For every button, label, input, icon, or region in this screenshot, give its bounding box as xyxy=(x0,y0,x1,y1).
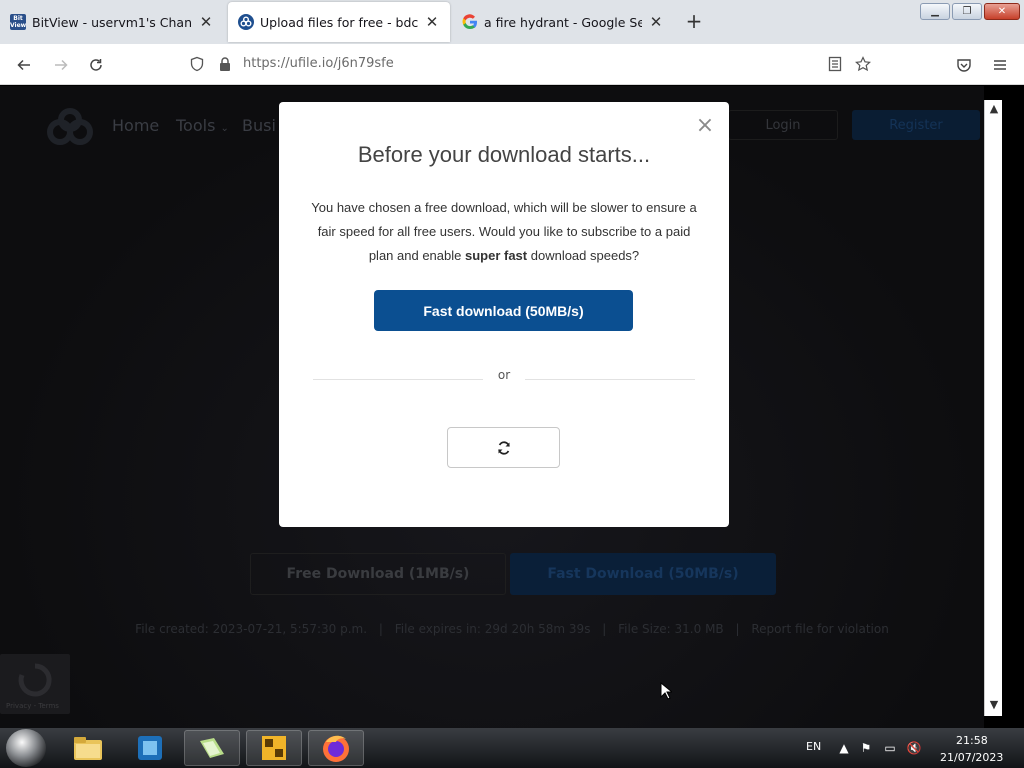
fast-download-button[interactable]: Fast Download (50MB/s) xyxy=(510,553,776,595)
file-info: File created: 2023-07-21, 5:57:30 p.m. |… xyxy=(0,622,984,636)
tray-expand-icon[interactable]: ▲ xyxy=(836,741,852,757)
taskbar-app-grid[interactable] xyxy=(246,730,302,766)
fast-download-modal-button[interactable]: Fast download (50MB/s) xyxy=(374,290,633,331)
register-button[interactable]: Register xyxy=(852,110,980,140)
volume-muted-icon[interactable]: 🔇 xyxy=(906,741,922,757)
scroll-up-icon[interactable]: ▲ xyxy=(987,102,1001,116)
close-window-icon[interactable]: ✕ xyxy=(984,3,1020,20)
restore-icon[interactable]: ❐ xyxy=(952,3,982,20)
shield-icon[interactable] xyxy=(186,53,208,75)
lock-icon[interactable] xyxy=(214,53,236,75)
start-button[interactable] xyxy=(6,729,46,767)
recaptcha-icon xyxy=(18,663,52,697)
nav-home-link[interactable]: Home xyxy=(112,116,159,135)
taskbar-firefox[interactable] xyxy=(308,730,364,766)
pocket-icon[interactable] xyxy=(953,54,975,76)
divider-or: or xyxy=(497,368,511,382)
tab-title: Upload files for free - bdcamsetu xyxy=(260,14,418,30)
address-bar[interactable]: https://ufile.io/j6n79sfe xyxy=(180,49,880,80)
taskbar-explorer[interactable] xyxy=(60,730,116,766)
download-modal: × Before your download starts... You hav… xyxy=(279,102,729,527)
forward-icon[interactable] xyxy=(50,54,72,76)
menu-icon[interactable] xyxy=(989,54,1011,76)
url-text: https://ufile.io/j6n79sfe xyxy=(243,56,394,71)
modal-body-emphasis: super fast xyxy=(464,248,528,263)
window-controls: ▁ ❐ ✕ xyxy=(920,3,1020,20)
google-favicon-icon xyxy=(462,14,478,30)
login-button[interactable]: Login xyxy=(728,110,838,140)
separator: | xyxy=(602,622,607,636)
folder-icon xyxy=(74,737,102,760)
language-indicator[interactable]: EN xyxy=(806,740,821,753)
divider-left xyxy=(313,379,483,380)
separator: | xyxy=(735,622,740,636)
modal-title: Before your download starts... xyxy=(357,142,651,167)
clock-date[interactable]: 21/07/2023 xyxy=(940,751,1003,764)
tab-strip: Bit View BitView - uservm1's Channel ✕ U… xyxy=(0,0,1024,44)
mouse-cursor-icon xyxy=(660,682,672,700)
modal-body: You have chosen a free download, which w… xyxy=(309,196,699,268)
scroll-down-icon[interactable]: ▼ xyxy=(987,698,1001,712)
clock-time[interactable]: 21:58 xyxy=(956,734,988,747)
modal-body-text-end: download speeds? xyxy=(527,248,640,263)
separator: | xyxy=(378,622,383,636)
ufile-logo-icon[interactable] xyxy=(46,108,94,148)
reload-icon[interactable] xyxy=(85,54,107,76)
recaptcha-badge[interactable]: Privacy - Terms xyxy=(0,654,70,714)
virtualbox-icon xyxy=(138,736,162,760)
nav-business-link[interactable]: Busi xyxy=(242,116,276,135)
navigation-bar: https://ufile.io/j6n79sfe xyxy=(0,44,1024,85)
nav-tools-link[interactable]: Tools ⌄ xyxy=(176,116,229,135)
chevron-down-icon: ⌄ xyxy=(220,123,229,134)
action-center-flag-icon[interactable]: ⚑ xyxy=(858,741,874,757)
tab-title: a fire hydrant - Google Search xyxy=(484,14,642,30)
divider-right xyxy=(525,379,695,380)
close-tab-icon[interactable]: ✕ xyxy=(648,14,664,30)
refresh-icon xyxy=(497,440,510,455)
new-tab-button[interactable]: + xyxy=(684,11,704,32)
taskbar-virtualbox[interactable] xyxy=(122,730,178,766)
close-icon[interactable]: × xyxy=(695,115,715,137)
loading-button[interactable] xyxy=(447,427,560,468)
recaptcha-label[interactable]: Privacy - Terms xyxy=(6,702,59,710)
network-icon[interactable]: ▭ xyxy=(882,741,898,757)
ufile-favicon-icon xyxy=(238,14,254,30)
taskbar-notes[interactable] xyxy=(184,730,240,766)
report-violation-link[interactable]: Report file for violation xyxy=(751,622,888,636)
tab-google-search[interactable]: a fire hydrant - Google Search ✕ xyxy=(452,0,674,44)
taskbar: EN ▲ ⚑ ▭ 🔇 21:58 21/07/2023 xyxy=(0,728,1024,768)
file-size: File Size: 31.0 MB xyxy=(618,622,724,636)
bookmark-star-icon[interactable] xyxy=(852,53,874,75)
free-download-button[interactable]: Free Download (1MB/s) xyxy=(250,553,506,595)
file-expires: File expires in: 29d 20h 58m 39s xyxy=(394,622,591,636)
minimize-icon[interactable]: ▁ xyxy=(920,3,950,20)
file-created: File created: 2023-07-21, 5:57:30 p.m. xyxy=(135,622,368,636)
scroll-gutter xyxy=(1002,86,1024,728)
app-grid-icon xyxy=(262,736,286,760)
reader-view-icon[interactable] xyxy=(824,53,846,75)
firefox-icon xyxy=(323,735,349,762)
page-scrollbar[interactable]: ▲ ▼ xyxy=(984,100,1002,716)
close-tab-icon[interactable]: ✕ xyxy=(424,14,440,30)
bitview-favicon-icon: Bit View xyxy=(10,14,27,30)
tab-ufile[interactable]: Upload files for free - bdcamsetu ✕ xyxy=(228,2,450,42)
notes-icon xyxy=(200,738,224,758)
tab-title: BitView - uservm1's Channel xyxy=(32,14,192,30)
back-icon[interactable] xyxy=(13,54,35,76)
close-tab-icon[interactable]: ✕ xyxy=(198,14,214,30)
tab-bitview[interactable]: Bit View BitView - uservm1's Channel ✕ xyxy=(0,0,224,44)
